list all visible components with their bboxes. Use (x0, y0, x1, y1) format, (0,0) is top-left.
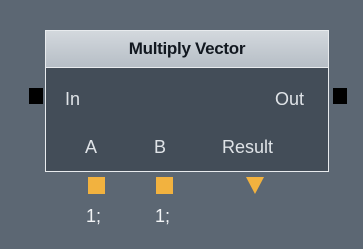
input-a-port-icon[interactable] (88, 177, 105, 194)
input-b-value[interactable]: 1; (155, 206, 170, 227)
node-title: Multiply Vector (128, 39, 246, 58)
input-b-port-icon[interactable] (156, 177, 173, 194)
flow-in-label: In (65, 89, 81, 109)
input-a-label: A (85, 137, 98, 157)
flow-in-pin-icon[interactable] (29, 88, 43, 104)
flow-out-pin-icon[interactable] (333, 88, 347, 104)
result-label: Result (222, 137, 274, 157)
input-b-label: B (154, 137, 167, 157)
multiply-vector-node[interactable]: Multiply Vector In Out A B Result (45, 30, 329, 172)
input-a-value[interactable]: 1; (86, 206, 101, 227)
result-port-icon[interactable] (246, 177, 264, 194)
node-header[interactable]: Multiply Vector (46, 31, 328, 68)
flow-out-label: Out (275, 89, 305, 109)
